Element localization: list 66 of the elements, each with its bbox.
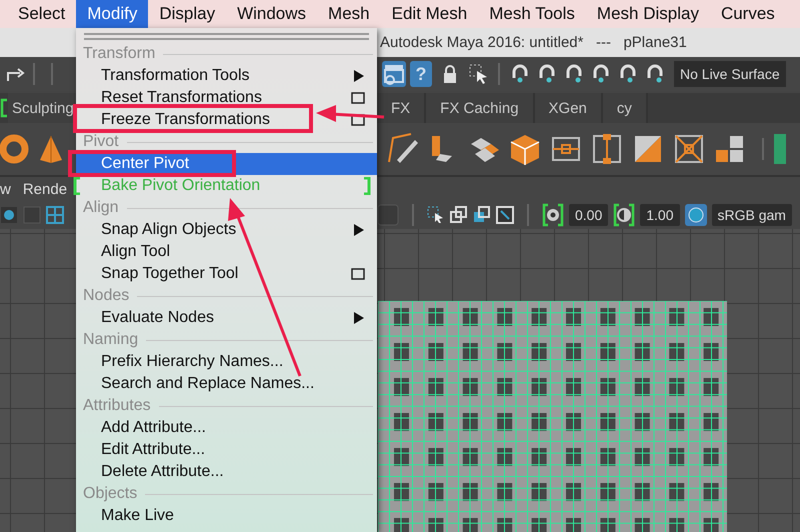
menu-item[interactable]: Add Attribute...: [76, 417, 377, 439]
tear-off-handle[interactable]: [84, 33, 369, 40]
menu-item[interactable]: Snap Together Tool: [76, 263, 377, 285]
shelf-tab[interactable]: cy: [602, 93, 648, 123]
menu-item[interactable]: Transformation Tools: [76, 65, 377, 87]
menu-item[interactable]: Center Pivot: [76, 153, 377, 175]
menu-bar-item[interactable]: Windows: [226, 0, 318, 28]
menu-item[interactable]: Search and Replace Names...: [76, 373, 377, 395]
menu-section-header: Transform: [83, 45, 156, 63]
lock-icon[interactable]: [442, 64, 458, 84]
menu-item[interactable]: Snap Align Objects: [76, 219, 377, 241]
color-space-field[interactable]: sRGB gam: [712, 204, 792, 226]
menu-bar-item[interactable]: Mesh: [317, 0, 381, 28]
menu-item[interactable]: Edit Attribute...: [76, 439, 377, 461]
live-surface-field[interactable]: No Live Surface: [674, 61, 786, 87]
gamma-field[interactable]: 1.00: [640, 204, 680, 226]
option-box-icon[interactable]: [351, 268, 365, 280]
menu-item[interactable]: Delete Attribute...: [76, 461, 377, 483]
submenu-arrow-icon: [353, 223, 365, 237]
menu-section-header: Align: [83, 199, 119, 217]
camera-view-icon[interactable]: [0, 206, 18, 224]
submenu-arrow-icon: [353, 311, 365, 325]
shelf-tab[interactable]: XGen: [534, 93, 603, 123]
menu-bar-item[interactable]: Select: [7, 0, 76, 28]
bracket-icon: [73, 177, 81, 195]
option-box-icon[interactable]: [351, 114, 365, 126]
menu-bar-item[interactable]: Display: [148, 0, 226, 28]
window-stack-icon[interactable]: [473, 206, 491, 224]
bracket-icon: [0, 98, 8, 118]
menu-item[interactable]: Reset Transformations: [76, 87, 377, 109]
menu-section-header: Attributes: [83, 397, 151, 415]
aperture-icon[interactable]: [542, 203, 564, 227]
submenu-arrow-icon: [353, 69, 365, 83]
contrast-icon[interactable]: [613, 203, 636, 227]
option-box-icon[interactable]: [351, 92, 365, 104]
grid-icon[interactable]: [46, 206, 64, 224]
window-stack-icon[interactable]: [450, 206, 468, 224]
shelf-tab[interactable]: FX: [377, 93, 426, 123]
view-transform-icon[interactable]: [684, 204, 706, 226]
menu-item[interactable]: Freeze Transformations: [76, 109, 377, 131]
clapperboard-icon[interactable]: [382, 61, 406, 87]
shelf-tab[interactable]: Sculpting: [8, 93, 76, 123]
panel-menu-item[interactable]: w: [0, 180, 11, 198]
menu-bar-item[interactable]: Modify: [76, 0, 148, 28]
menu-bar-item[interactable]: Mesh Tools: [478, 0, 586, 28]
menu-bar-item[interactable]: Curves: [710, 0, 786, 28]
menu-item[interactable]: Prefix Hierarchy Names...: [76, 351, 377, 373]
menu-item[interactable]: Make Live: [76, 505, 377, 527]
menu-section-header: Nodes: [83, 287, 130, 305]
picture-frame-icon[interactable]: [496, 206, 514, 224]
menu-bar-item[interactable]: Mesh Display: [586, 0, 710, 28]
exposure-field[interactable]: 0.00: [569, 204, 608, 226]
select-cursor-icon[interactable]: [427, 206, 445, 224]
pyramid-icon[interactable]: [38, 134, 64, 164]
bracket-icon: [363, 177, 371, 195]
annotation-arrow: [316, 105, 384, 122]
menu-item[interactable]: Evaluate Nodes: [76, 307, 377, 329]
menu-bar-item[interactable]: Edit Mesh: [380, 0, 478, 28]
menu-item[interactable]: Align Tool: [76, 241, 377, 263]
redo-arrow-icon[interactable]: [5, 66, 25, 82]
menu-section-header: Pivot: [83, 133, 119, 151]
menu-section-header: Naming: [83, 331, 138, 349]
panel-menu-item[interactable]: Rende: [22, 180, 68, 198]
window-title: Autodesk Maya 2016: untitled* --- pPlane31: [380, 34, 687, 51]
menu-section-header: Objects: [83, 485, 138, 503]
shelf-tab[interactable]: FX Caching: [426, 93, 535, 123]
